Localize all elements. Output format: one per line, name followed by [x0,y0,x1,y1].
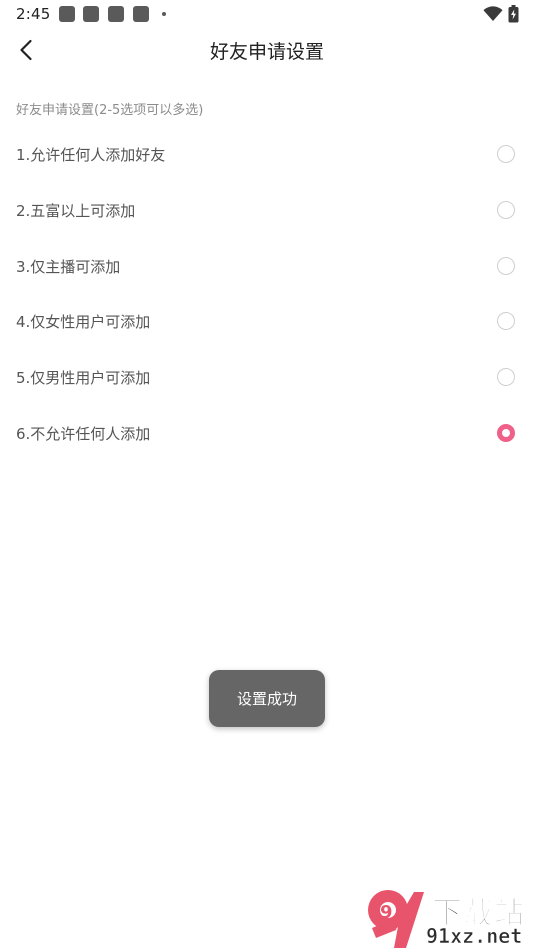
radio-button-selected[interactable] [497,423,515,442]
toast-text: 设置成功 [236,690,297,708]
more-dot-icon [162,12,166,16]
option-row-female-only[interactable]: 4.仅女性用户可添加 [0,294,534,350]
notification-square-icon [108,6,124,22]
option-row-streamers-only[interactable]: 3.仅主播可添加 [0,239,534,295]
option-label: 4.仅女性用户可添加 [16,313,151,332]
watermark-logo-icon: 9 [368,890,424,948]
option-label: 3.仅主播可添加 [16,257,121,276]
option-row-allow-anyone[interactable]: 1.允许任何人添加好友 [0,127,534,183]
option-row-nobody[interactable]: 6.不允许任何人添加 [0,406,534,462]
toast: 设置成功 [209,670,325,727]
radio-button[interactable] [497,368,515,387]
watermark: 9 下载站 91xz.net [362,886,534,950]
page-title: 好友申请设置 [209,41,324,63]
notification-square-icon [59,6,75,22]
radio-button[interactable] [497,256,515,275]
section-hint: 好友申请设置(2-5选项可以多选) [16,103,204,118]
options-list: 1.允许任何人添加好友 2.五富以上可添加 3.仅主播可添加 4.仅女性用户可添… [0,127,534,462]
option-row-wufu-above[interactable]: 2.五富以上可添加 [0,183,534,239]
option-label: 5.仅男性用户可添加 [16,369,151,388]
radio-button[interactable] [497,145,515,163]
radio-button[interactable] [497,200,515,219]
notification-square-icon [83,6,99,22]
watermark-domain: 91xz.net [426,924,523,949]
notification-square-icon [133,6,149,22]
watermark-logo-text: 9 [380,902,393,923]
battery-charging-icon [508,5,519,23]
header: 好友申请设置 [0,28,534,72]
wifi-icon [483,6,503,21]
option-label: 2.五富以上可添加 [16,201,136,220]
option-row-male-only[interactable]: 5.仅男性用户可添加 [0,350,534,406]
option-label: 6.不允许任何人添加 [16,424,151,443]
status-bar: 2:45 [0,0,534,28]
radio-button[interactable] [497,312,515,331]
option-label: 1.允许任何人添加好友 [16,146,166,164]
status-time: 2:45 [16,5,51,23]
